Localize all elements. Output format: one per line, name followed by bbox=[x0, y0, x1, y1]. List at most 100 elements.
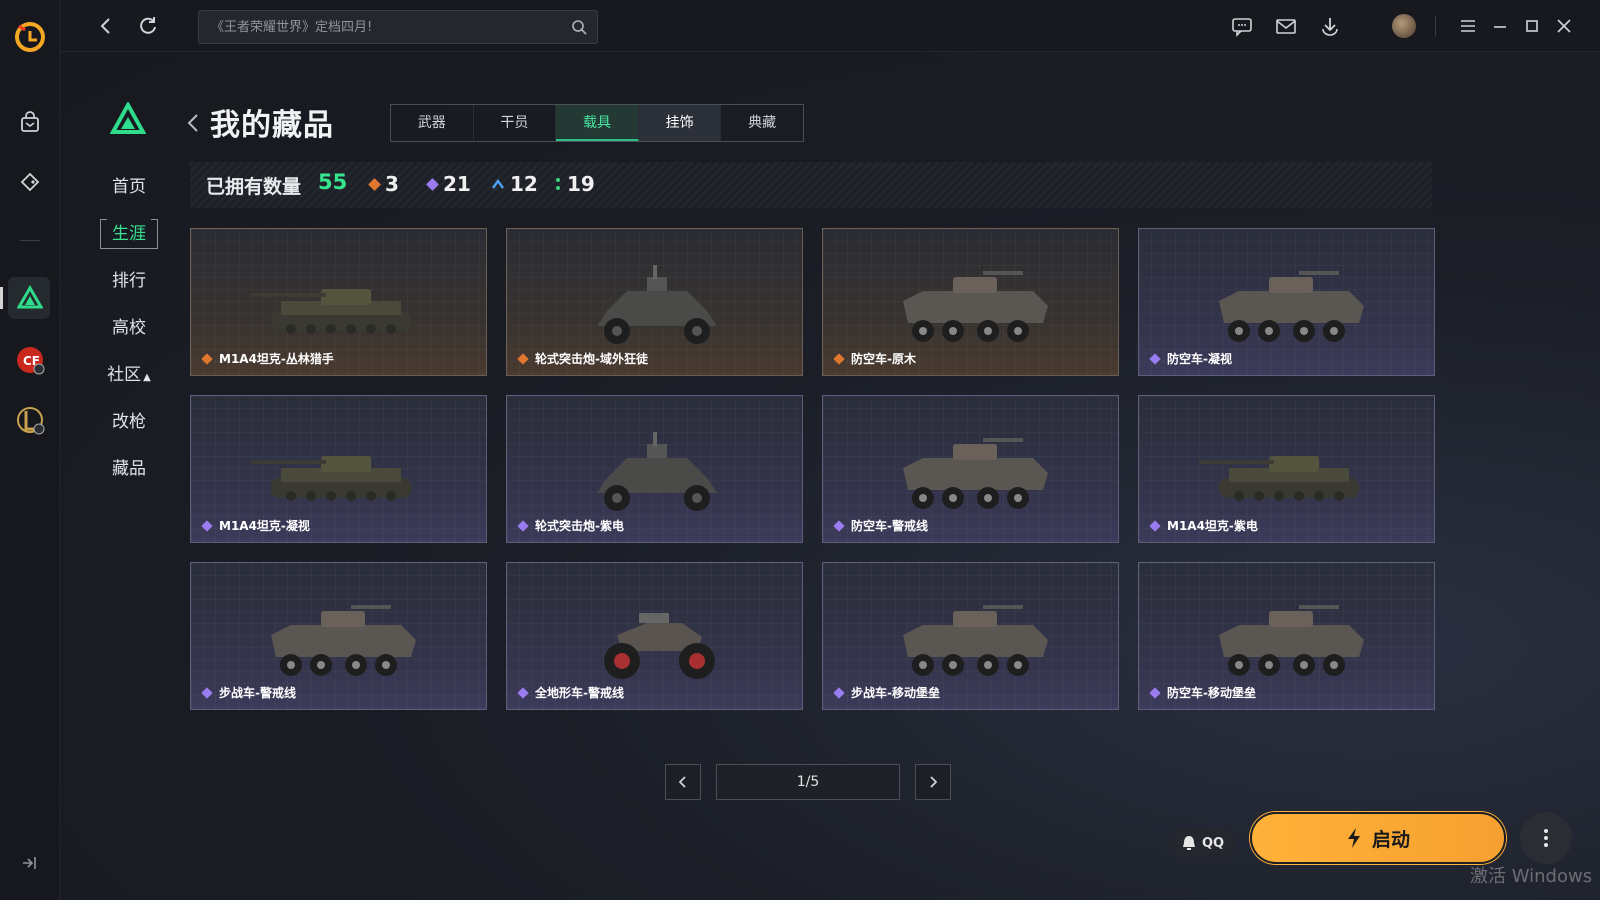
back-icon[interactable] bbox=[94, 14, 118, 38]
top-bar bbox=[60, 0, 1600, 52]
vehicle-image bbox=[1199, 456, 1359, 501]
avatar[interactable] bbox=[1392, 14, 1416, 38]
vehicle-name: 步战车-警戒线 bbox=[219, 686, 296, 700]
blue-stat: 12 bbox=[492, 172, 538, 196]
page-title: 我的藏品 bbox=[210, 108, 334, 143]
purple-diamond-icon bbox=[426, 177, 439, 191]
qq-login-button[interactable]: QQ bbox=[1170, 828, 1236, 858]
search-box bbox=[198, 10, 598, 44]
vehicle-name: M1A4坦克-丛林猎手 bbox=[219, 352, 334, 366]
qq-label: QQ bbox=[1201, 835, 1225, 851]
vehicle-card[interactable]: 防空车-原木 bbox=[822, 228, 1119, 376]
vehicle-name: 步战车-移动堡垒 bbox=[851, 686, 940, 700]
vehicle-card[interactable]: M1A4坦克-紫电 bbox=[1138, 395, 1435, 543]
blue-count: 12 bbox=[510, 172, 538, 196]
vehicle-card[interactable]: 轮式突击炮-紫电 bbox=[506, 395, 803, 543]
purple-count: 21 bbox=[443, 172, 471, 196]
toolbar-divider bbox=[1435, 16, 1436, 36]
vehicle-image bbox=[251, 289, 411, 334]
vehicle-card[interactable]: 防空车-凝视 bbox=[1138, 228, 1435, 376]
orange-diamond-icon bbox=[368, 177, 381, 191]
collection-tabs: 武器 干员 载具 挂饰 典藏 bbox=[390, 104, 804, 142]
tab-pendants[interactable]: 挂饰 bbox=[638, 105, 722, 141]
cf-icon[interactable]: CF bbox=[15, 345, 45, 375]
vehicle-image bbox=[903, 605, 1048, 676]
collapse-icon[interactable] bbox=[20, 854, 38, 872]
green-dots-icon bbox=[556, 178, 560, 190]
more-options-button[interactable] bbox=[1520, 812, 1572, 864]
menu-item-gunsmith[interactable]: 改枪 bbox=[100, 407, 158, 437]
download-icon[interactable] bbox=[1318, 14, 1342, 38]
refresh-icon[interactable] bbox=[136, 14, 160, 38]
vehicle-name: 防空车-移动堡垒 bbox=[1167, 686, 1256, 700]
vehicle-image bbox=[1219, 605, 1364, 676]
app-logo-icon[interactable] bbox=[13, 20, 47, 54]
maximize-icon[interactable] bbox=[1520, 14, 1544, 38]
vehicle-name: 轮式突击炮-紫电 bbox=[535, 519, 624, 533]
menu-item-career[interactable]: 生涯 bbox=[100, 219, 158, 249]
menu-item-home[interactable]: 首页 bbox=[100, 172, 158, 202]
menu-item-ranking[interactable]: 排行 bbox=[100, 266, 158, 296]
lightning-icon bbox=[1347, 828, 1360, 848]
vehicle-name: 防空车-警戒线 bbox=[851, 519, 928, 533]
delta-force-icon[interactable] bbox=[15, 283, 45, 313]
chevron-right-icon bbox=[930, 776, 938, 788]
search-icon[interactable] bbox=[571, 19, 587, 35]
menu-item-collection[interactable]: 藏品 bbox=[100, 454, 158, 484]
bell-icon bbox=[1182, 836, 1195, 850]
menu-item-campus[interactable]: 高校 bbox=[100, 313, 158, 343]
vehicle-name: 防空车-原木 bbox=[851, 352, 916, 366]
chat-icon[interactable] bbox=[1230, 14, 1254, 38]
bag-icon[interactable] bbox=[15, 107, 45, 137]
menu-icon[interactable] bbox=[1456, 14, 1480, 38]
search-input[interactable] bbox=[211, 11, 551, 43]
orange-count: 3 bbox=[385, 172, 399, 196]
delta-force-logo-icon bbox=[110, 102, 146, 134]
prev-page-button[interactable] bbox=[665, 764, 701, 800]
windows-activation-watermark: 激活 Windows bbox=[1470, 866, 1593, 887]
vehicle-name: 防空车-凝视 bbox=[1167, 352, 1232, 366]
vehicle-image bbox=[903, 438, 1048, 509]
next-page-button[interactable] bbox=[915, 764, 951, 800]
vehicle-card[interactable]: 防空车-警戒线 bbox=[822, 395, 1119, 543]
orange-stat: 3 bbox=[368, 172, 399, 196]
tab-operators[interactable]: 干员 bbox=[474, 105, 557, 141]
owned-total: 55 bbox=[318, 170, 348, 194]
minimize-icon[interactable] bbox=[1488, 14, 1512, 38]
vehicle-card[interactable]: 全地形车-警戒线 bbox=[506, 562, 803, 710]
vehicle-card[interactable]: 步战车-警戒线 bbox=[190, 562, 487, 710]
page-indicator: 1/5 bbox=[716, 764, 900, 800]
rail-active-indicator bbox=[0, 287, 3, 309]
vehicle-card[interactable]: M1A4坦克-丛林猎手 bbox=[190, 228, 487, 376]
vehicle-card[interactable]: M1A4坦克-凝视 bbox=[190, 395, 487, 543]
start-button[interactable]: 启动 bbox=[1250, 812, 1506, 864]
tab-vehicles[interactable]: 载具 bbox=[556, 105, 639, 141]
owned-label: 已拥有数量 bbox=[206, 176, 302, 198]
green-count: 19 bbox=[567, 172, 595, 196]
stats-bar: 已拥有数量 55 3 21 12 19 bbox=[190, 162, 1432, 208]
menu-item-community[interactable]: 社区 ▲ bbox=[100, 360, 158, 390]
vehicle-image bbox=[251, 456, 411, 501]
tab-archive[interactable]: 典藏 bbox=[721, 105, 803, 141]
start-label: 启动 bbox=[1371, 828, 1410, 851]
mail-icon[interactable] bbox=[1274, 14, 1298, 38]
tag-icon[interactable] bbox=[15, 167, 45, 197]
vehicle-name: 轮式突击炮-域外狂徒 bbox=[535, 352, 648, 366]
lol-icon[interactable] bbox=[15, 405, 45, 435]
rail-divider bbox=[20, 240, 40, 241]
menu-item-community-label: 社区 bbox=[107, 365, 142, 385]
more-icon bbox=[1544, 829, 1548, 847]
chevron-left-icon bbox=[678, 776, 686, 788]
close-icon[interactable] bbox=[1552, 14, 1576, 38]
vehicle-card[interactable]: 步战车-移动堡垒 bbox=[822, 562, 1119, 710]
vehicle-image bbox=[604, 613, 715, 679]
vehicle-card[interactable]: 防空车-移动堡垒 bbox=[1138, 562, 1435, 710]
vehicle-image bbox=[597, 265, 717, 344]
chevron-up-icon: ▲ bbox=[143, 372, 151, 383]
page-back-icon[interactable] bbox=[185, 112, 201, 134]
green-stat: 19 bbox=[555, 172, 595, 196]
vehicle-card[interactable]: 轮式突击炮-域外狂徒 bbox=[506, 228, 803, 376]
blue-chevron-icon bbox=[492, 179, 504, 189]
tab-weapons[interactable]: 武器 bbox=[391, 105, 474, 141]
vehicle-image bbox=[271, 605, 416, 676]
